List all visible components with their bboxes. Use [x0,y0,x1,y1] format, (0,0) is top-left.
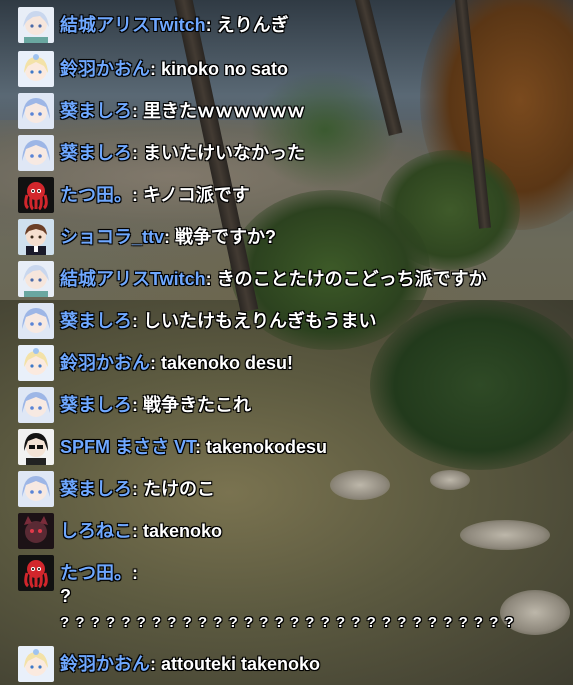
username: SPFM まささ VT [60,437,196,457]
mashiro-avatar [18,93,54,129]
username: ショコラ_ttv [60,227,165,247]
message-text: まいたけいなかった [143,143,305,163]
kaon-avatar [18,345,54,381]
chocola-avatar [18,219,54,255]
chat-message: 鈴羽かおん: kinoko no sato [18,51,288,87]
alice-avatar [18,7,54,43]
username: 葵ましろ [60,479,132,499]
chat-message: 鈴羽かおん: takenoko desu! [18,345,293,381]
shironeko-avatar [18,513,54,549]
chat-message: 葵ましろ: まいたけいなかった [18,135,305,171]
chat-message: SPFM まささ VT: takenokodesu [18,429,327,465]
chat-message: 葵ましろ: しいたけもえりんぎもうまい [18,303,376,339]
message-text: takenokodesu [206,437,328,457]
message-text: takenoko desu! [161,353,294,373]
chat-message: 葵ましろ: 戦争きたこれ [18,387,251,423]
message-text: 里きたｗｗｗｗｗｗ [143,101,305,121]
chat-message: 結城アリスTwitch: きのことたけのこどっち派ですか [18,261,487,297]
message-text: しいたけもえりんぎもうまい [143,311,377,331]
message-text-continued: ? ? ? ? ? ? ? ? ? ? ? ? ? ? ? ? ? ? ? ? … [60,614,515,631]
chat-message: たつ田。: [18,555,138,591]
username: 葵ましろ [60,143,132,163]
mashiro-avatar [18,387,54,423]
message-text: kinoko no sato [161,59,289,79]
message-text: えりんぎ [216,15,289,35]
chat-message: 葵ましろ: 里きたｗｗｗｗｗｗ [18,93,305,129]
username: 鈴羽かおん [60,353,150,373]
message-text: きのことたけのこどっち派ですか [216,269,487,289]
chat-message: ショコラ_ttv: 戦争ですか? [18,219,276,255]
chat-message: しろねこ: takenoko [18,513,222,549]
mashiro-avatar [18,303,54,339]
mashiro-avatar [18,471,54,507]
chat-message: 結城アリスTwitch: えりんぎ [18,7,289,43]
username: 鈴羽かおん [60,59,150,79]
message-text: キノコ派です [143,185,250,205]
chat-overlay: 結城アリスTwitch: えりんぎ 鈴羽かおん: kinoko no sato … [0,0,573,685]
message-text: たけのこ [143,479,215,499]
message-text: takenoko [143,521,223,541]
tatsuta-avatar [18,555,54,591]
username: しろねこ [60,521,132,541]
tatsuta-avatar [18,177,54,213]
username: 鈴羽かおん [60,654,150,674]
username: 葵ましろ [60,101,132,121]
username: たつ田。 [60,563,132,583]
message-text: attouteki takenoko [161,654,321,674]
message-text-continued: ? [60,586,71,606]
username: 結城アリスTwitch [60,15,206,35]
chat-message: 鈴羽かおん: attouteki takenoko [18,646,320,682]
username: 葵ましろ [60,395,132,415]
username: 結城アリスTwitch [60,269,206,289]
masasa-avatar [18,429,54,465]
kaon-avatar [18,51,54,87]
username: 葵ましろ [60,311,132,331]
username: たつ田。 [60,185,132,205]
chat-message: たつ田。: キノコ派です [18,177,250,213]
mashiro-avatar [18,135,54,171]
alice-avatar [18,261,54,297]
chat-message: 葵ましろ: たけのこ [18,471,215,507]
message-text: 戦争きたこれ [143,395,251,415]
message-text: 戦争ですか? [175,227,277,247]
kaon-avatar [18,646,54,682]
